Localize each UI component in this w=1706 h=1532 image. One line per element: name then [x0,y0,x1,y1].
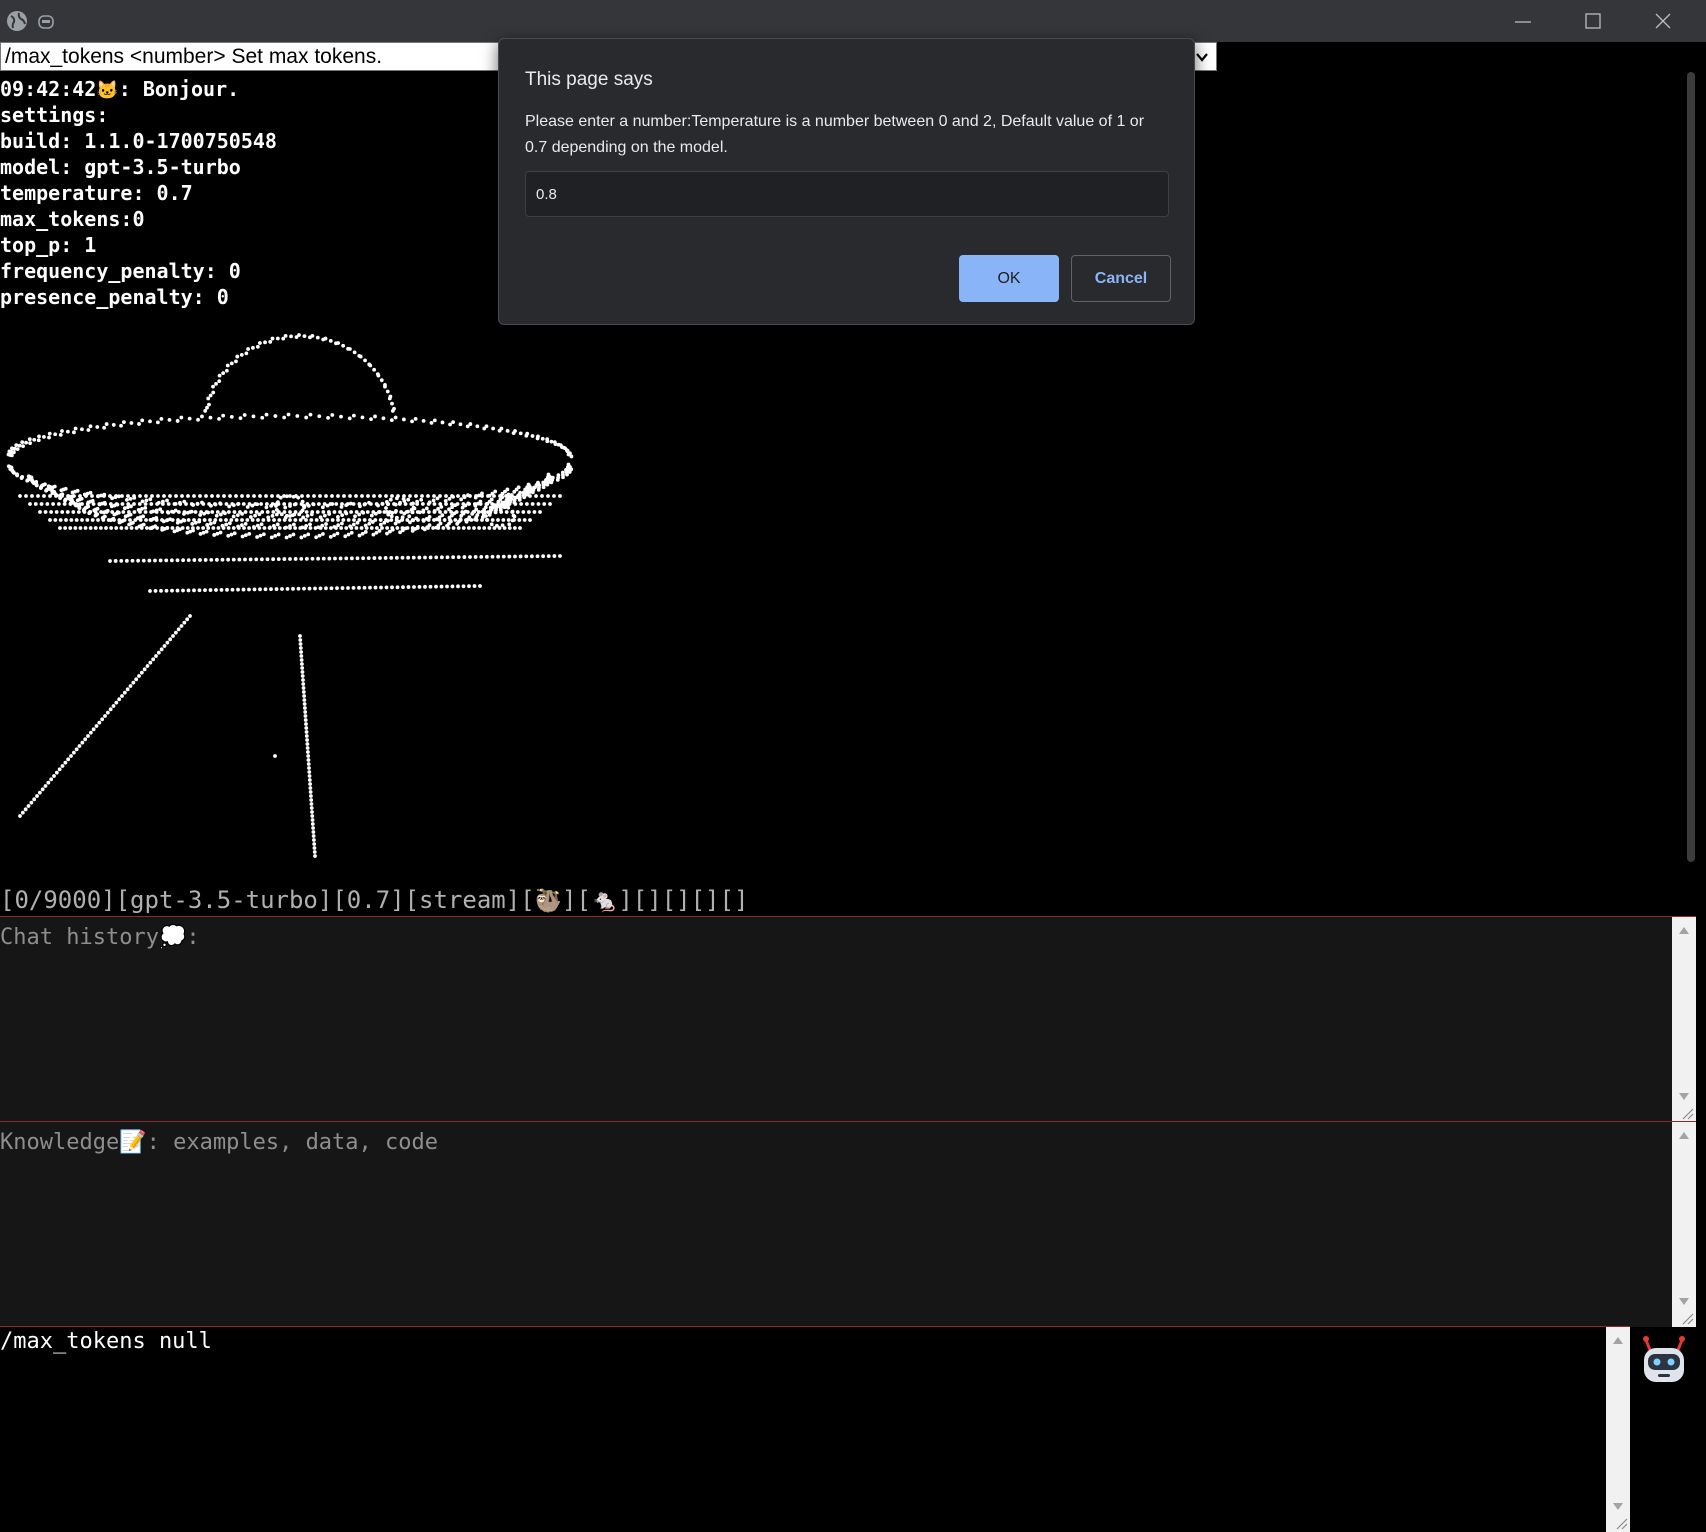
resize-grip-icon[interactable] [1680,1106,1694,1120]
page-scrollbar[interactable] [1686,70,1696,862]
close-button[interactable] [1628,0,1698,42]
status-bracket: [ [520,886,535,914]
status-line: [0/9000][gpt-3.5-turbo][0.7][stream][🦥][… [0,885,748,917]
thought-bubble-icon: 💭 [158,925,187,950]
resize-grip-icon[interactable] [1614,1516,1628,1530]
chevron-down-icon [1196,53,1208,62]
prompt-value: /max_tokens null [0,1329,212,1354]
greeting-time: 09:42:42 [0,77,97,101]
chat-history-textarea[interactable]: Chat history💭: [0,916,1696,1122]
scroll-up-icon[interactable] [1613,1337,1623,1344]
prompt-dialog: This page says Please enter a number:Tem… [498,38,1195,325]
chat-history-label: Chat history [0,925,159,950]
memo-icon: 📝 [119,1130,147,1155]
prompt-scrollbar[interactable] [1606,1327,1630,1532]
scroll-up-icon[interactable] [1679,1132,1689,1139]
knowledge-scrollbar[interactable] [1672,1122,1696,1327]
status-tail: ][][][][] [618,886,749,914]
dialog-title: This page says [525,69,653,90]
ufo-braille-art [6,333,574,858]
cat-emoji-icon: 🐱 [96,80,119,101]
status-model: [gpt-3.5-turbo] [115,886,333,914]
maximize-icon [1585,13,1601,29]
prompt-textarea[interactable]: /max_tokens null [0,1326,1630,1532]
sloth-emoji-icon: 🦥 [534,889,563,914]
window-titlebar [0,0,1706,42]
scroll-up-icon[interactable] [1679,927,1689,934]
greeting-text: : Bonjour. [118,77,240,101]
extension-icon[interactable] [38,14,54,30]
dialog-message: Please enter a number:Temperature is a n… [525,113,1145,156]
dialog-input[interactable] [525,171,1169,217]
knowledge-textarea[interactable]: Knowledge📝: examples, data, code [0,1121,1696,1327]
status-bracket: ][ [562,886,591,914]
status-mode: [stream] [404,886,521,914]
resize-grip-icon[interactable] [1680,1311,1694,1325]
minimize-icon [1515,21,1531,23]
globe-icon [7,11,27,31]
robot-icon[interactable] [1636,1334,1692,1390]
cancel-button[interactable]: Cancel [1071,255,1171,302]
token-count: [0/9000] [0,886,116,914]
command-select-value: /max_tokens <number> Set max tokens. [5,45,383,68]
scroll-down-icon[interactable] [1613,1503,1623,1510]
ok-button[interactable]: OK [959,255,1059,302]
knowledge-placeholder: Knowledge📝: examples, data, code [0,1130,438,1155]
page-scrollbar-thumb[interactable] [1687,72,1695,862]
mouse-emoji-icon: 🐁 [590,889,619,914]
maximize-button[interactable] [1558,0,1628,42]
status-temperature: [0.7] [332,886,405,914]
knowledge-label: Knowledge [0,1130,120,1155]
minimize-button[interactable] [1488,0,1558,42]
scroll-down-icon[interactable] [1679,1093,1689,1100]
chat-history-suffix: : [186,925,200,950]
chat-history-scrollbar[interactable] [1672,917,1696,1122]
close-icon [1655,13,1671,29]
scroll-down-icon[interactable] [1679,1298,1689,1305]
chat-history-placeholder: Chat history💭: [0,925,200,950]
knowledge-suffix: : examples, data, code [146,1130,439,1155]
